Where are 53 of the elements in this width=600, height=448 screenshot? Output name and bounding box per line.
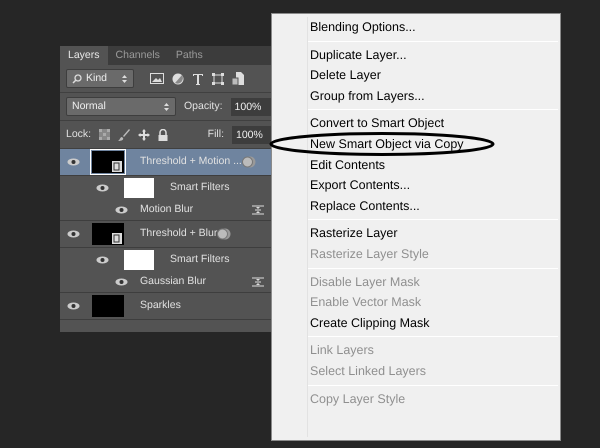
half-circle-icon — [172, 72, 184, 84]
fill-label: Fill: — [208, 126, 224, 142]
blending-options-icon[interactable] — [252, 276, 264, 286]
layer-name: Threshold + Motion ... — [140, 154, 242, 170]
eye-icon[interactable] — [66, 230, 80, 238]
move-icon[interactable] — [138, 128, 150, 140]
eye-icon[interactable] — [96, 256, 108, 264]
opacity-label: Opacity: — [184, 98, 223, 114]
panel-tab[interactable]: Channels — [108, 46, 168, 65]
filter-mask-thumbnail — [124, 250, 154, 270]
panel-tab[interactable]: Layers — [60, 46, 108, 65]
image-icon — [150, 73, 164, 84]
filter-dropdown[interactable]: Kind — [66, 69, 134, 88]
layer-name: Sparkles — [140, 298, 181, 314]
up-down-icon — [121, 74, 128, 84]
eye-icon[interactable] — [114, 206, 128, 214]
transform-icon — [212, 72, 224, 84]
menu-item[interactable]: Duplicate Layer... — [310, 48, 407, 62]
menu-item[interactable]: Create Clipping Mask — [310, 316, 430, 330]
menu-item[interactable]: Delete Layer — [310, 68, 381, 82]
menu-item[interactable]: Rasterize Layer — [310, 226, 398, 240]
lock-label: Lock: — [66, 126, 92, 142]
layer-name: Threshold + Blur — [140, 226, 218, 242]
up-down-icon — [163, 102, 170, 112]
filter-mask-thumbnail — [124, 178, 154, 198]
type-icon — [192, 72, 204, 84]
eye-icon[interactable] — [66, 158, 80, 166]
fill-field[interactable]: 100% — [232, 126, 272, 144]
lock-icon[interactable] — [158, 128, 168, 140]
search-icon — [72, 74, 82, 84]
panel-tab[interactable]: Paths — [168, 46, 211, 65]
layer-thumbnail — [92, 295, 124, 317]
smart-filters-label: Smart Filters — [170, 180, 230, 195]
eye-icon[interactable] — [66, 302, 80, 310]
smart-object-badge-icon — [217, 228, 232, 240]
smart-object-badge-icon — [242, 156, 256, 168]
eye-icon[interactable] — [114, 278, 128, 286]
brush-icon[interactable] — [118, 128, 130, 140]
menu-item[interactable]: Blending Options... — [310, 20, 416, 34]
menu-item[interactable]: Group from Layers... — [310, 88, 425, 103]
checkerboard-icon[interactable] — [99, 129, 110, 140]
filter-name: Motion Blur — [140, 202, 194, 217]
opacity-field[interactable]: 100% — [230, 98, 271, 116]
menu-item[interactable]: Edit Contents — [310, 158, 386, 172]
menu-item[interactable]: Export Contents... — [310, 178, 410, 192]
menu-item[interactable]: Replace Contents... — [310, 198, 420, 213]
filter-name: Gaussian Blur — [140, 274, 207, 289]
eye-icon[interactable] — [96, 184, 108, 192]
blending-options-icon[interactable] — [252, 204, 264, 214]
menu-item[interactable]: Convert to Smart Object — [310, 116, 444, 130]
smart-object-icon — [232, 72, 244, 85]
blend-mode-dropdown[interactable]: Normal — [66, 97, 176, 116]
smart-filters-label: Smart Filters — [170, 252, 230, 267]
